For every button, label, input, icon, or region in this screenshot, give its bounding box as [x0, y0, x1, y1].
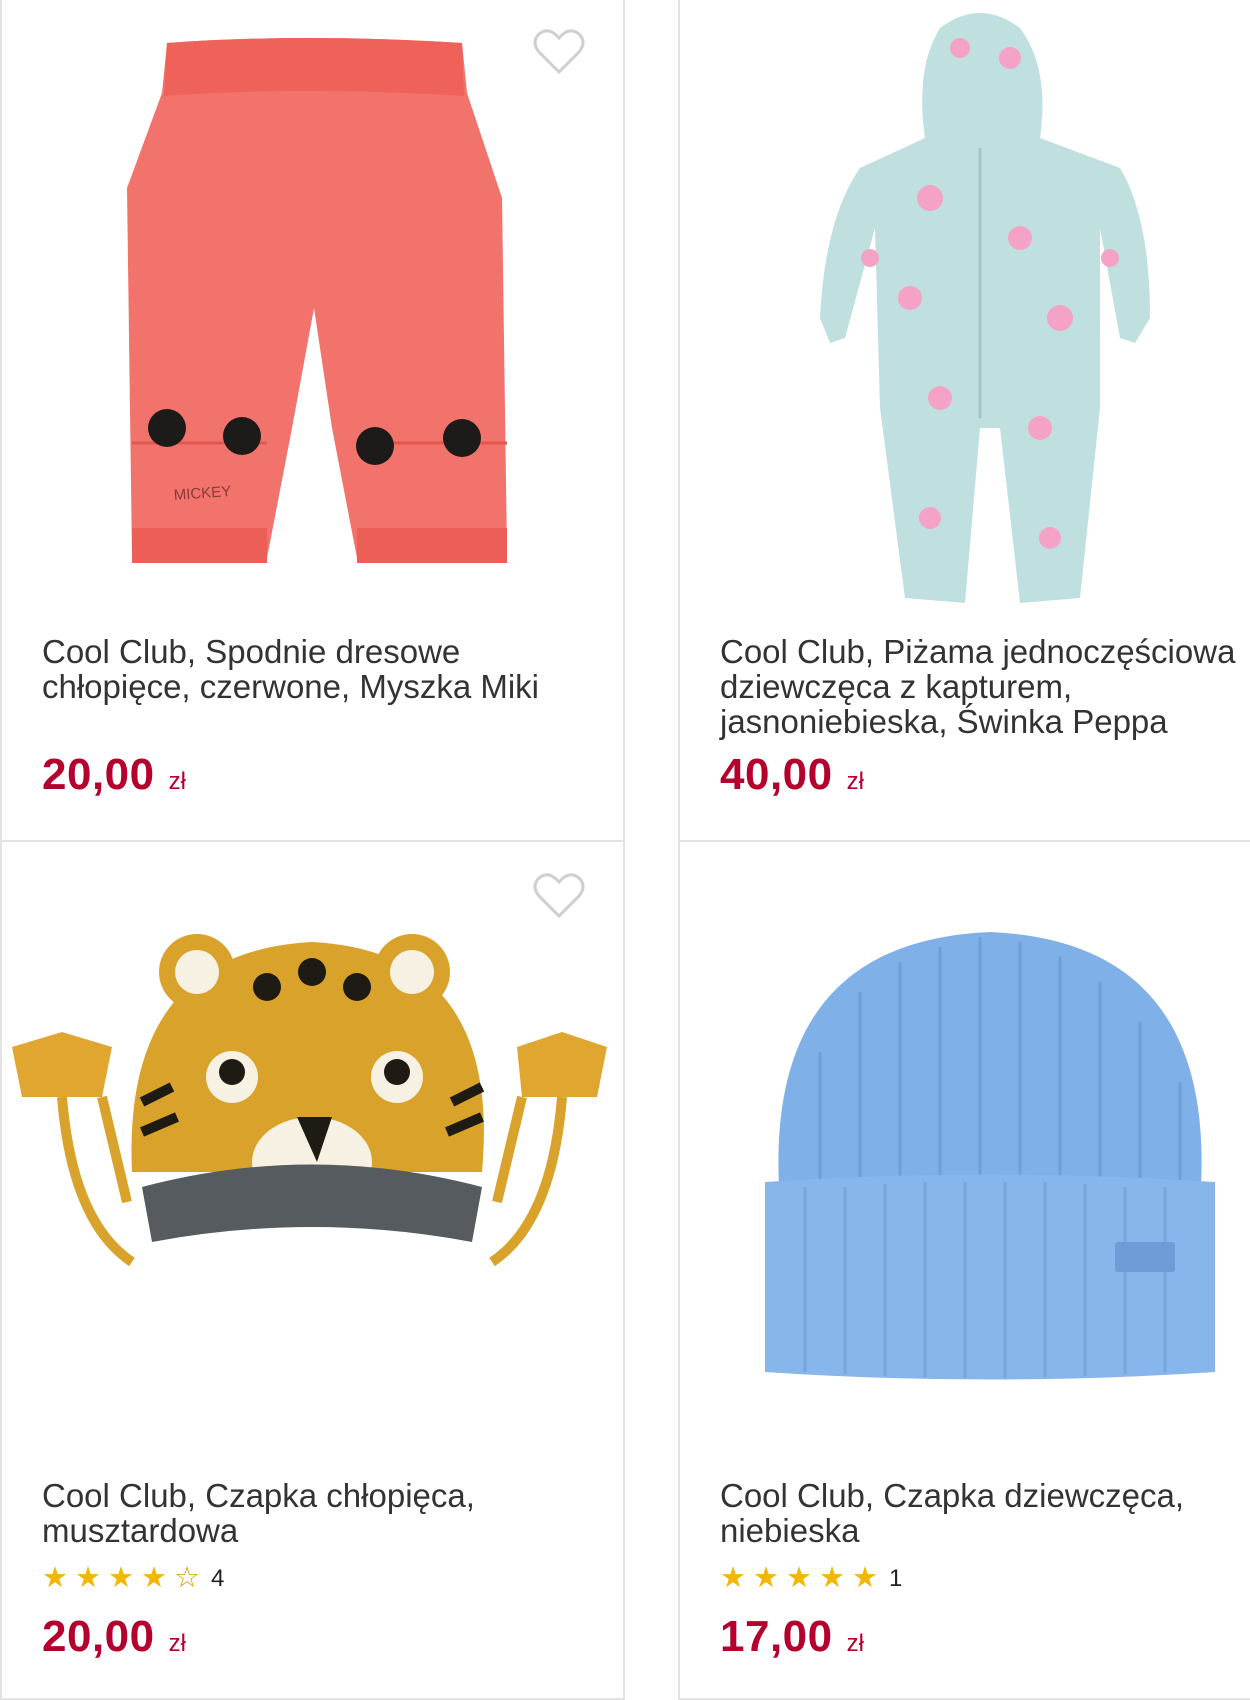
- star-full-icon: ★: [786, 1562, 812, 1594]
- product-price: 40,00 zł: [720, 750, 864, 800]
- price-currency: zł: [168, 768, 186, 795]
- star-full-icon: ★: [720, 1562, 746, 1594]
- star-full-icon: ★: [819, 1562, 845, 1594]
- price-currency: zł: [846, 1630, 864, 1657]
- rating-stars: ★ ★ ★ ★ ★ 1: [720, 1564, 902, 1593]
- product-card[interactable]: MICKEY Cool Club, Spodnie dresowe chłopi…: [0, 0, 625, 842]
- product-price: 17,00 zł: [720, 1612, 864, 1662]
- price-amount: 17,00: [720, 1612, 833, 1661]
- star-full-icon: ★: [852, 1562, 878, 1594]
- star-empty-icon: ☆: [174, 1562, 200, 1594]
- product-price: 20,00 zł: [42, 750, 186, 800]
- wishlist-heart-icon[interactable]: [533, 28, 585, 76]
- price-currency: zł: [846, 768, 864, 795]
- product-image-pajama[interactable]: [680, 0, 1250, 618]
- star-full-icon: ★: [42, 1562, 68, 1594]
- wishlist-heart-icon[interactable]: [533, 872, 585, 920]
- star-full-icon: ★: [108, 1562, 134, 1594]
- product-card[interactable]: Cool Club, Czapka chłopięca, musztardowa…: [0, 840, 625, 1700]
- product-title[interactable]: Cool Club, Czapka dziewczęca, niebieska: [720, 1478, 1250, 1548]
- product-image-blue-beanie[interactable]: [680, 842, 1250, 1462]
- star-full-icon: ★: [75, 1562, 101, 1594]
- product-price: 20,00 zł: [42, 1612, 186, 1662]
- product-grid: MICKEY Cool Club, Spodnie dresowe chłopi…: [0, 0, 1250, 1700]
- star-full-icon: ★: [753, 1562, 779, 1594]
- product-title[interactable]: Cool Club, Piżama jednoczęściowa dziewcz…: [720, 634, 1250, 739]
- product-title[interactable]: Cool Club, Spodnie dresowe chłopięce, cz…: [42, 634, 602, 704]
- price-amount: 20,00: [42, 1612, 155, 1661]
- rating-stars: ★ ★ ★ ★ ☆ 4: [42, 1564, 224, 1593]
- product-card[interactable]: Cool Club, Czapka dziewczęca, niebieska …: [678, 840, 1250, 1700]
- product-title[interactable]: Cool Club, Czapka chłopięca, musztardowa: [42, 1478, 602, 1548]
- price-amount: 20,00: [42, 750, 155, 799]
- price-amount: 40,00: [720, 750, 833, 799]
- price-currency: zł: [168, 1630, 186, 1657]
- rating-count: 1: [889, 1564, 903, 1592]
- rating-count: 4: [211, 1564, 225, 1592]
- product-image-tiger-hat[interactable]: [2, 842, 623, 1462]
- star-full-icon: ★: [141, 1562, 167, 1594]
- product-card[interactable]: Cool Club, Piżama jednoczęściowa dziewcz…: [678, 0, 1250, 842]
- product-image-pants[interactable]: MICKEY: [2, 0, 623, 618]
